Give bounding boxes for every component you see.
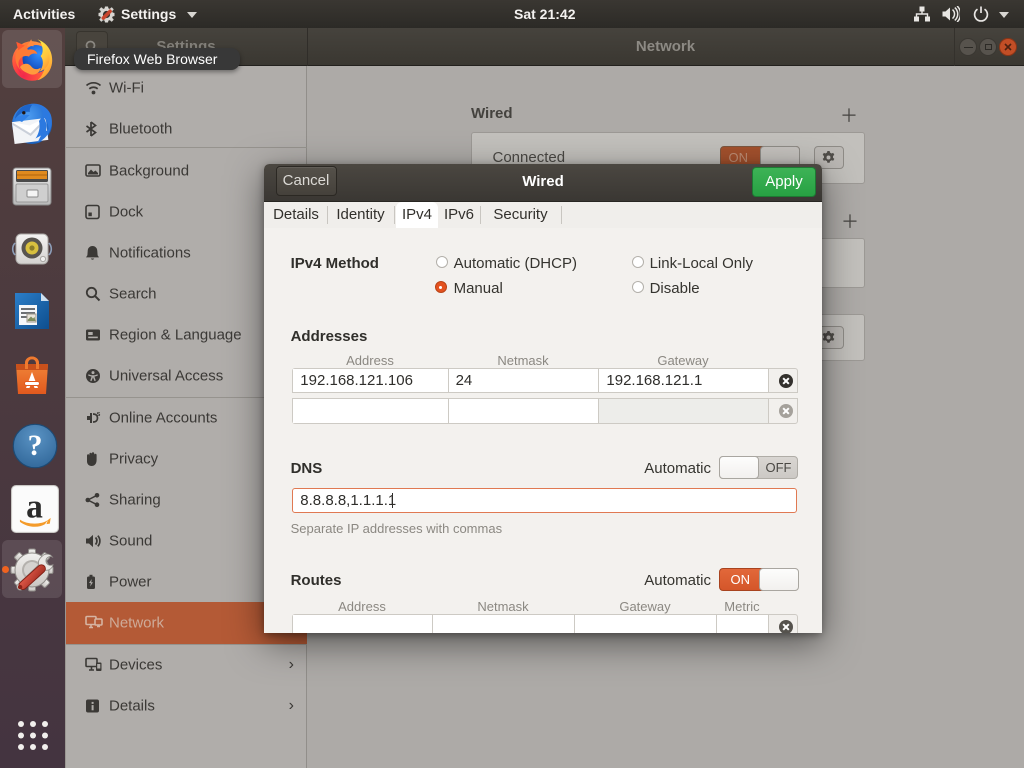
svg-text:?: ? xyxy=(28,430,43,462)
svg-text:s: s xyxy=(97,411,101,418)
svg-text:a: a xyxy=(26,488,43,525)
